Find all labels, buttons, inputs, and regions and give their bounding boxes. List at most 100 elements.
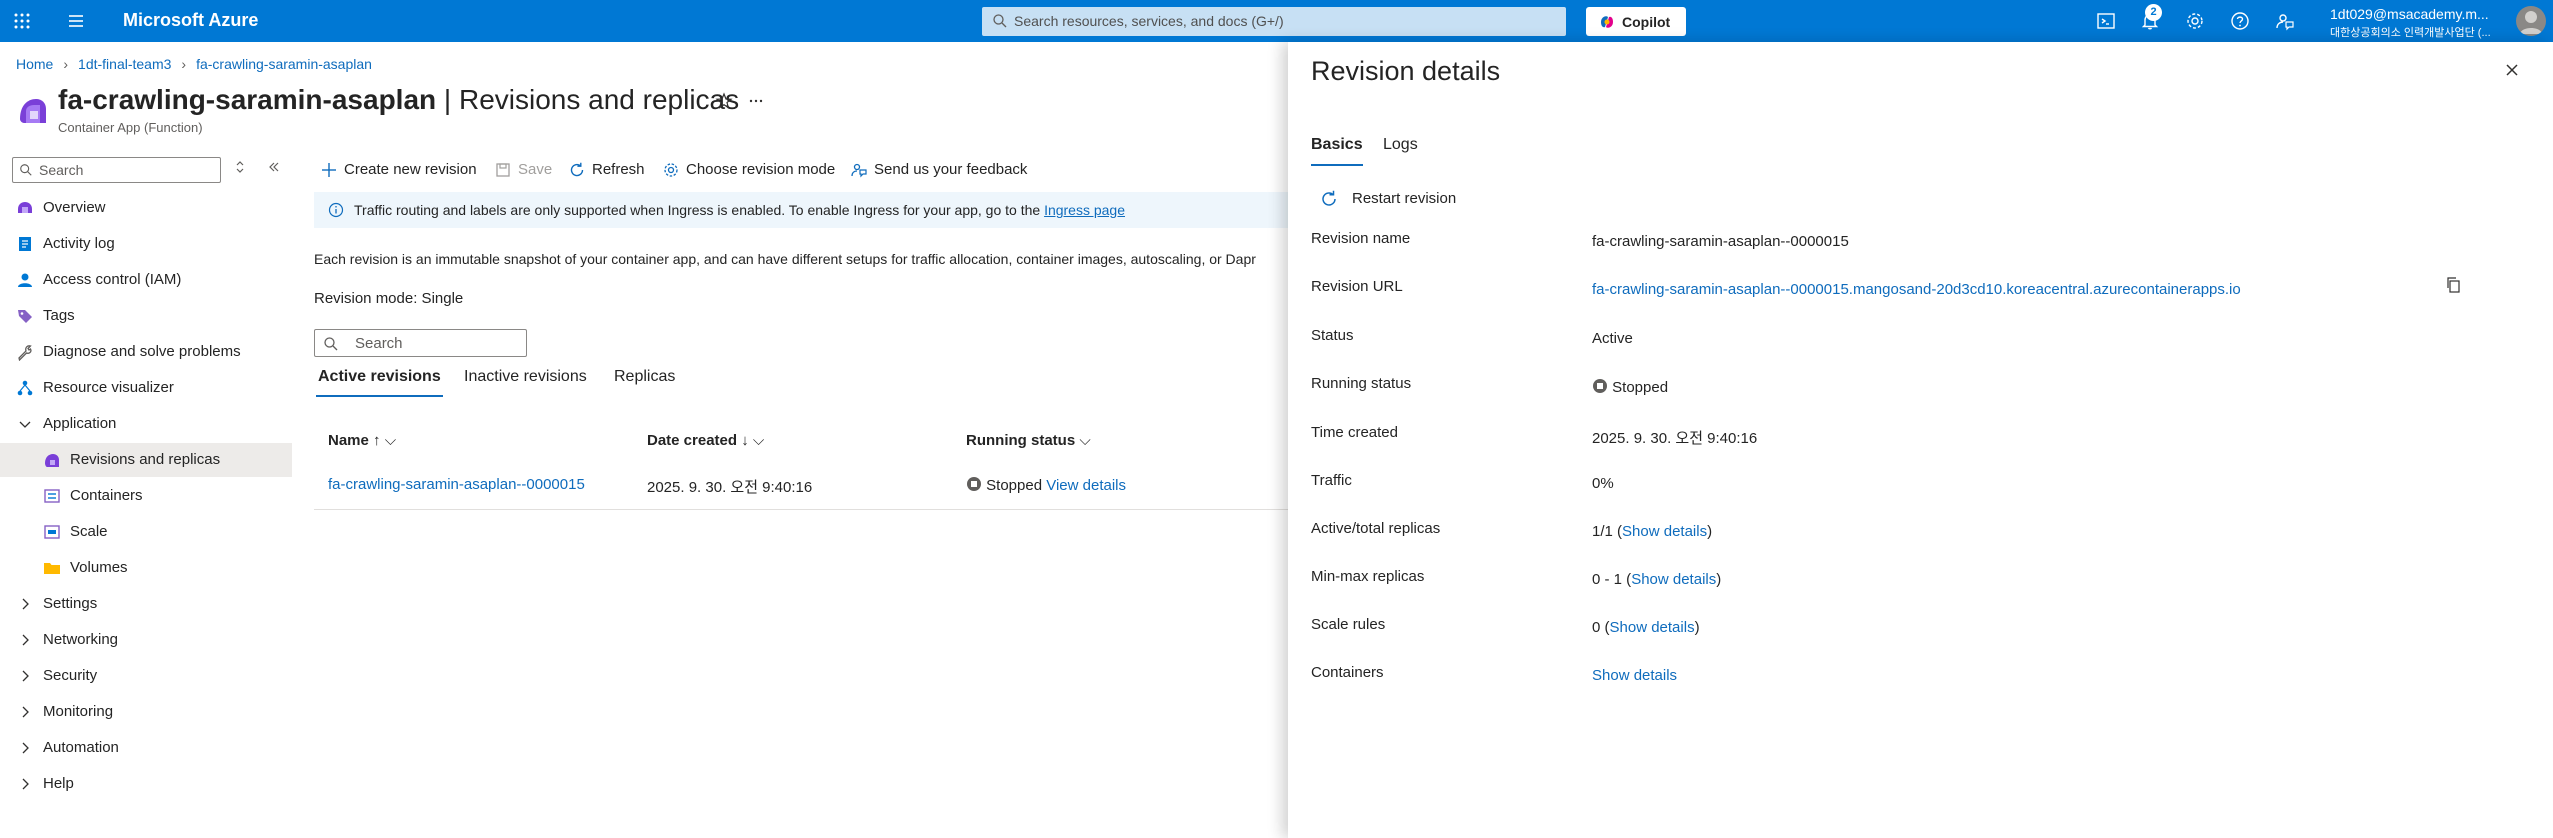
tab-replicas[interactable]: Replicas [612,365,677,397]
tab-basics[interactable]: Basics [1311,136,1363,166]
column-header-name[interactable]: Name ↑ ⌵ [328,432,396,449]
global-search-input[interactable]: Search resources, services, and docs (G+… [982,7,1566,36]
breadcrumb-app[interactable]: fa-crawling-saramin-asaplan [196,56,372,72]
revision-running-status: Stopped View details [966,476,1126,494]
create-revision-button[interactable]: Create new revision [320,156,480,184]
save-icon [496,163,510,177]
sidebar-item-overview[interactable]: Overview [0,191,292,225]
sidebar-group-networking[interactable]: Networking [0,623,292,657]
choose-revision-mode-button[interactable]: Choose revision mode [662,156,842,184]
sidebar-group-settings[interactable]: Settings [0,587,292,621]
breadcrumb-home[interactable]: Home [16,56,53,72]
column-status-label: Running status [966,432,1076,449]
revision-name-link[interactable]: fa-crawling-saramin-asaplan--0000015 [328,476,585,493]
sidebar-item-label: Diagnose and solve problems [43,343,241,360]
sidebar-item-label: Tags [43,307,75,324]
view-details-link[interactable]: View details [1046,477,1126,494]
revisions-search-input[interactable]: Search [314,329,527,357]
chevron-right-icon: › [181,56,187,72]
sidebar-group-security[interactable]: Security [0,659,292,693]
sidebar-group-application[interactable]: Application [0,407,292,441]
sidebar-item-access-control[interactable]: Access control (IAM) [0,263,292,297]
sidebar-item-activity-log[interactable]: Activity log [0,227,292,261]
favorite-star-icon[interactable] [715,92,733,110]
scale-rules-show-details-link[interactable]: Show details [1610,619,1695,636]
refresh-label: Refresh [592,161,645,178]
feedback-icon[interactable] [2273,9,2297,33]
tab-active-revisions[interactable]: Active revisions [316,365,443,397]
copilot-button[interactable]: Copilot [1586,7,1686,36]
column-header-running-status[interactable]: Running status ⌵ [966,432,1091,449]
sidebar-item-label: Overview [43,199,106,216]
refresh-button[interactable]: Refresh [568,156,648,184]
page-name: Revisions and replicas [458,84,740,115]
help-icon[interactable] [2228,9,2252,33]
revision-url-link[interactable]: fa-crawling-saramin-asaplan--0000015.man… [1592,281,2241,298]
chevron-right-icon: › [63,56,69,72]
column-header-date-created[interactable]: Date created ↓ ⌵ [647,432,764,449]
cloud-shell-icon[interactable] [2094,9,2118,33]
prop-value-revision-name: fa-crawling-saramin-asaplan--0000015 [1592,233,1849,250]
ingress-page-link[interactable]: Ingress page [1044,202,1125,218]
sidebar-item-containers[interactable]: Containers [0,479,292,513]
revisions-icon [45,454,59,467]
breadcrumb: Home › 1dt-final-team3 › fa-crawling-saramin… [16,56,372,72]
collapse-sidebar-icon[interactable] [267,160,281,174]
prop-label-time-created: Time created [1311,424,1398,441]
app-launcher-icon[interactable] [10,9,34,33]
close-icon[interactable] [2502,60,2522,80]
tab-inactive-revisions[interactable]: Inactive revisions [462,365,589,397]
table-row: fa-crawling-saramin-asaplan--0000015 202… [314,468,1290,510]
sidebar-item-label: Scale [70,523,108,540]
prop-label-status: Status [1311,327,1354,344]
sidebar-group-automation[interactable]: Automation [0,731,292,765]
column-name-label: Name [328,432,369,449]
breadcrumb-resource-group[interactable]: 1dt-final-team3 [78,56,171,72]
account-directory[interactable]: 대한상공회의소 인력개발사업단 (... [2330,24,2491,40]
wrench-icon [18,345,32,361]
sidebar-item-tags[interactable]: Tags [0,299,292,333]
chevron-right-icon [22,598,29,610]
save-button[interactable]: Save [494,156,554,184]
tag-icon [18,310,32,323]
column-date-label: Date created [647,432,738,449]
sidebar-item-label: Settings [43,595,98,612]
sidebar-item-diagnose[interactable]: Diagnose and solve problems [0,335,292,369]
more-options-icon[interactable] [747,92,765,110]
portal-menu-icon[interactable] [64,9,88,33]
sidebar-search-input[interactable]: Search [12,157,221,183]
page-title: fa-crawling-saramin-asaplan | Revisions … [58,84,739,116]
min-max-show-details-link[interactable]: Show details [1631,571,1716,588]
avatar[interactable] [2516,6,2546,36]
revisions-search-placeholder: Search [355,335,403,352]
sidebar-group-monitoring[interactable]: Monitoring [0,695,292,729]
brand-title[interactable]: Microsoft Azure [123,10,258,31]
containers-show-details-link[interactable]: Show details [1592,667,1677,684]
revision-details-panel: Revision details Basics Logs Restart rev… [1288,42,2553,838]
prop-value-running-status: Stopped [1592,378,1668,396]
sidebar-item-label: Containers [70,487,143,504]
settings-gear-icon[interactable] [2183,9,2207,33]
prop-label-scale-rules: Scale rules [1311,616,1386,633]
revision-mode-value: Single [417,290,464,307]
sidebar-group-help[interactable]: Help [0,767,292,801]
revision-status-text: Stopped [986,477,1043,494]
sidebar-item-resource-visualizer[interactable]: Resource visualizer [0,371,292,405]
replicas-show-details-link[interactable]: Show details [1622,523,1707,540]
prop-label-traffic: Traffic [1311,472,1352,489]
feedback-icon [851,163,867,178]
copilot-icon [1601,16,1613,28]
sidebar-item-volumes[interactable]: Volumes [0,551,292,585]
expand-collapse-icon[interactable] [233,160,247,174]
sidebar-item-revisions-and-replicas[interactable]: Revisions and replicas [0,443,292,477]
copy-icon[interactable] [2445,276,2463,294]
prop-label-active-total-replicas: Active/total replicas [1311,520,1441,537]
title-separator: | [436,84,459,115]
account-name[interactable]: 1dt029@msacademy.m... [2330,6,2489,22]
plus-icon [322,163,336,177]
tab-logs[interactable]: Logs [1383,136,1418,166]
send-feedback-button[interactable]: Send us your feedback [850,156,1050,184]
sidebar-item-scale[interactable]: Scale [0,515,292,549]
prop-label-min-max-replicas: Min-max replicas [1311,568,1425,585]
revisions-description: Each revision is an immutable snapshot o… [314,251,1256,267]
